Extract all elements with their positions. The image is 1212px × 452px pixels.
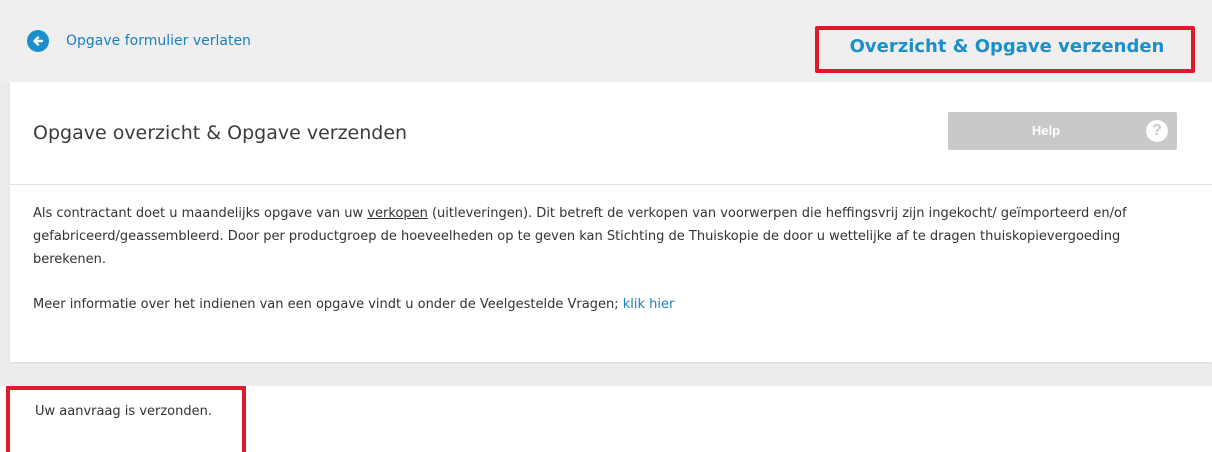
question-circle-icon[interactable]: ? bbox=[1146, 120, 1168, 142]
more-info-label: Meer informatie over het indienen van ee… bbox=[33, 297, 623, 312]
intro-text: Als contractant doet u maandelijks opgav… bbox=[33, 202, 1193, 271]
sales-link[interactable]: verkopen bbox=[367, 206, 428, 221]
help-button[interactable]: Help ? bbox=[948, 112, 1177, 150]
leave-form-link[interactable]: Opgave formulier verlaten bbox=[27, 30, 251, 52]
leave-form-label[interactable]: Opgave formulier verlaten bbox=[66, 33, 251, 49]
card-header: Opgave overzicht & Opgave verzenden Help… bbox=[10, 82, 1212, 185]
more-info-text: Meer informatie over het indienen van ee… bbox=[33, 293, 1193, 316]
card-body: Als contractant doet u maandelijks opgav… bbox=[33, 202, 1193, 316]
intro-text-start: Als contractant doet u maandelijks opgav… bbox=[33, 206, 368, 221]
page: Opgave formulier verlaten Overzicht & Op… bbox=[0, 0, 1212, 452]
card-title: Opgave overzicht & Opgave verzenden bbox=[33, 122, 408, 144]
overview-card: Opgave overzicht & Opgave verzenden Help… bbox=[10, 82, 1212, 362]
faq-link[interactable]: klik hier bbox=[623, 297, 675, 312]
help-button-label[interactable]: Help bbox=[948, 123, 1144, 138]
arrow-left-circle-icon[interactable] bbox=[27, 30, 49, 52]
highlight-box-step-title bbox=[815, 26, 1195, 73]
highlight-box-confirmation bbox=[6, 386, 246, 452]
